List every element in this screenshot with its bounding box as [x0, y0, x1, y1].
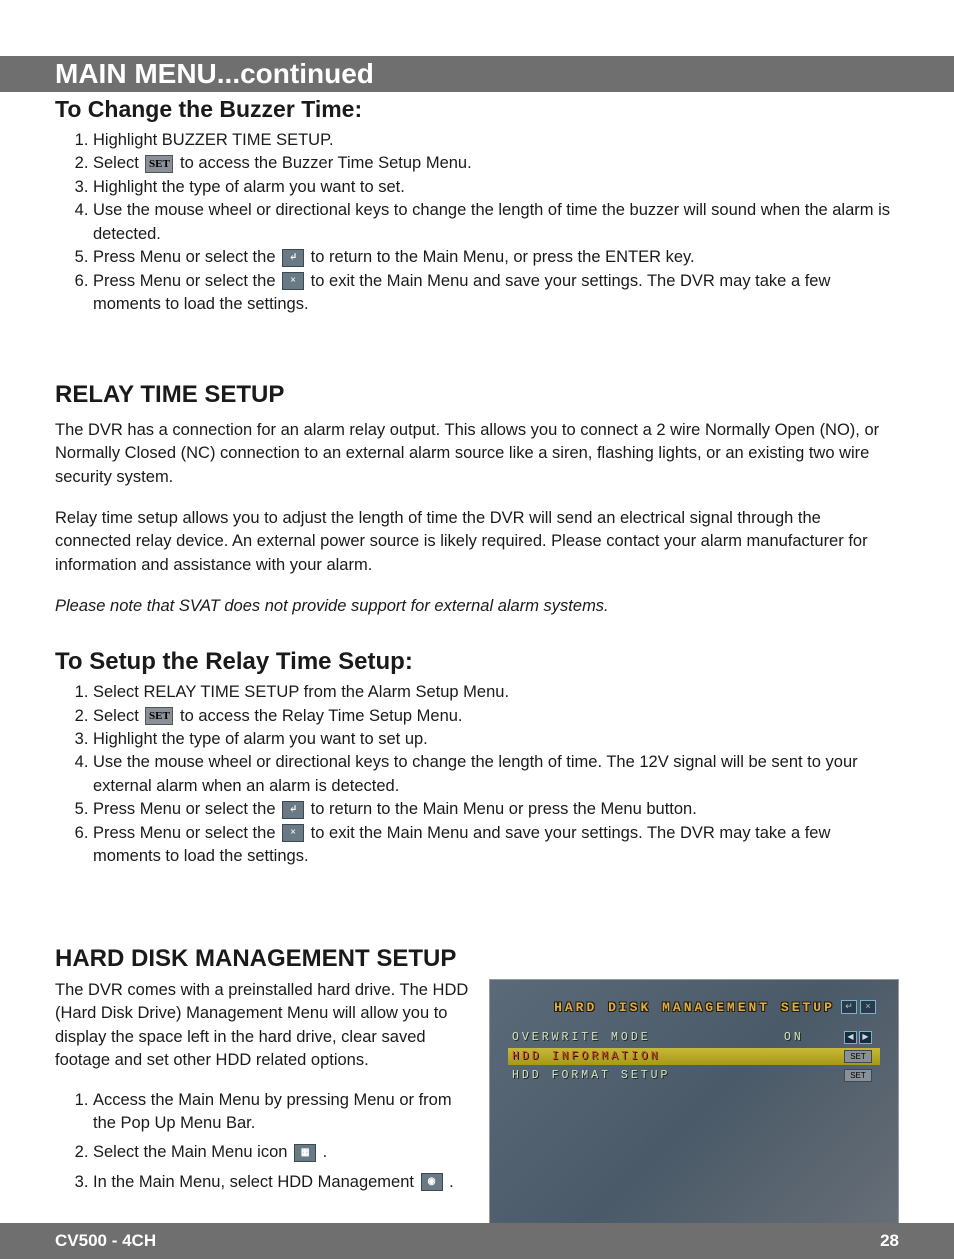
buzzer-steps-list: Highlight BUZZER TIME SETUP. Select SET … [93, 129, 899, 316]
relay-note: Please note that SVAT does not provide s… [55, 595, 899, 618]
page-header-bar: MAIN MENU...continued [0, 56, 954, 92]
list-item: Highlight the type of alarm you want to … [93, 728, 899, 751]
dvr-title: HARD DISK MANAGEMENT SETUP [548, 1000, 841, 1015]
list-item: Highlight the type of alarm you want to … [93, 176, 899, 199]
list-item: Select RELAY TIME SETUP from the Alarm S… [93, 681, 899, 704]
dvr-row-label: OVERWRITE MODE [512, 1031, 784, 1044]
list-item: Press Menu or select the × to exit the M… [93, 822, 899, 869]
list-item: In the Main Menu, select HDD Management … [93, 1171, 469, 1194]
dvr-arrow-right[interactable]: ▶ [859, 1031, 872, 1044]
dvr-screenshot: HARD DISK MANAGEMENT SETUP ↵ × OVERWRITE… [489, 979, 899, 1259]
dvr-row-hdd-format[interactable]: HDD FORMAT SETUP SET [508, 1067, 880, 1084]
list-item: Use the mouse wheel or directional keys … [93, 199, 899, 246]
dvr-row-label: HDD FORMAT SETUP [512, 1069, 784, 1082]
section-hdd-title: HARD DISK MANAGEMENT SETUP [55, 946, 899, 972]
section-buzzer-title: To Change the Buzzer Time: [55, 96, 899, 123]
dvr-row-label: HDD INFORMATION [512, 1050, 784, 1063]
list-item: Use the mouse wheel or directional keys … [93, 751, 899, 798]
close-icon: × [282, 272, 304, 290]
relay-para2: Relay time setup allows you to adjust th… [55, 507, 899, 577]
list-item: Press Menu or select the ↵ to return to … [93, 798, 899, 821]
dvr-close-button[interactable]: × [860, 1000, 876, 1014]
set-icon: SET [145, 155, 173, 173]
hdd-steps-list: Access the Main Menu by pressing Menu or… [93, 1089, 469, 1195]
dvr-back-button[interactable]: ↵ [841, 1000, 857, 1014]
section-relay-title: RELAY TIME SETUP [55, 382, 899, 408]
return-icon: ↵ [282, 249, 304, 267]
section-relay-setup-title: To Setup the Relay Time Setup: [55, 649, 899, 675]
return-icon: ↵ [282, 801, 304, 819]
list-item: Highlight BUZZER TIME SETUP. [93, 129, 899, 152]
close-icon: × [282, 824, 304, 842]
hdd-intro: The DVR comes with a preinstalled hard d… [55, 979, 469, 1073]
list-item: Press Menu or select the × to exit the M… [93, 270, 899, 317]
footer-page-number: 28 [880, 1231, 899, 1251]
dvr-row-overwrite: OVERWRITE MODE ON ◀ ▶ [508, 1029, 880, 1046]
page-footer: CV500 - 4CH 28 [0, 1223, 954, 1259]
relay-steps-list: Select RELAY TIME SETUP from the Alarm S… [93, 681, 899, 868]
dvr-set-button[interactable]: SET [844, 1069, 872, 1082]
dvr-set-button[interactable]: SET [844, 1050, 872, 1063]
hdd-management-icon: ◉ [421, 1173, 443, 1191]
list-item: Access the Main Menu by pressing Menu or… [93, 1089, 469, 1136]
dvr-row-value: ON [784, 1031, 844, 1044]
dvr-row-hdd-info[interactable]: HDD INFORMATION SET [508, 1048, 880, 1065]
list-item: Select SET to access the Relay Time Setu… [93, 705, 899, 728]
list-item: Select the Main Menu icon ▦ . [93, 1141, 469, 1164]
set-icon: SET [145, 707, 173, 725]
main-menu-icon: ▦ [294, 1144, 316, 1162]
list-item: Select SET to access the Buzzer Time Set… [93, 152, 899, 175]
relay-para1: The DVR has a connection for an alarm re… [55, 419, 899, 489]
list-item: Press Menu or select the ↵ to return to … [93, 246, 899, 269]
dvr-arrow-left[interactable]: ◀ [844, 1031, 857, 1044]
page-header-title: MAIN MENU...continued [0, 58, 374, 89]
footer-model: CV500 - 4CH [55, 1231, 156, 1251]
